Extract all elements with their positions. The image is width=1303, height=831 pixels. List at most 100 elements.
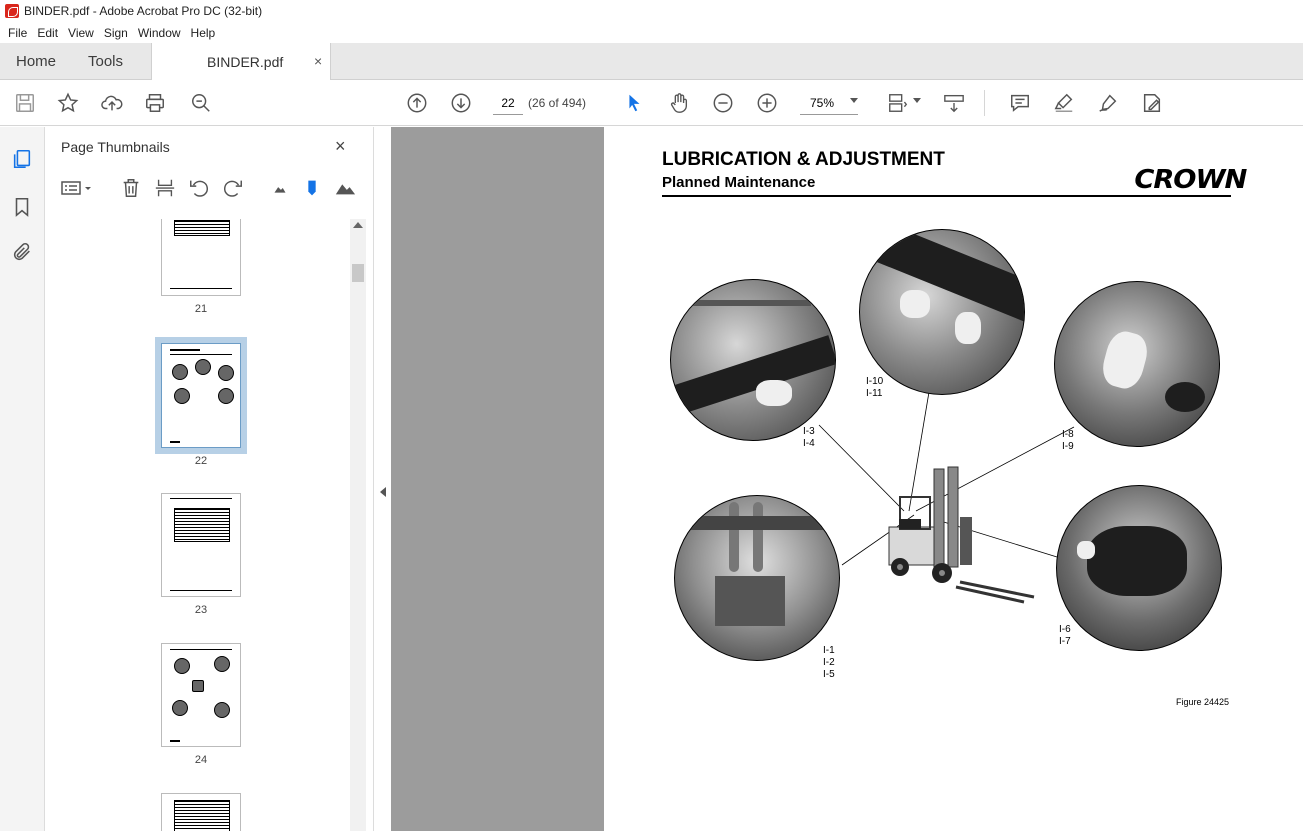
tab-bar: Home Tools BINDER.pdf × — [0, 43, 1303, 80]
collapse-panel-icon[interactable] — [380, 487, 386, 497]
sign-icon[interactable] — [1096, 91, 1120, 115]
print-icon[interactable] — [143, 91, 167, 115]
thumbnail-rule — [170, 288, 232, 289]
menu-window[interactable]: Window — [133, 26, 186, 40]
thumbnail-photo — [174, 658, 190, 674]
page-thumbnails-panel: Page Thumbnails × 21 22 23 24 — [45, 127, 373, 831]
thumbnail-table — [174, 508, 230, 542]
menu-help[interactable]: Help — [186, 26, 221, 40]
inset-photo — [1056, 485, 1222, 651]
document-view[interactable]: LUBRICATION & ADJUSTMENT Planned Mainten… — [391, 127, 1303, 831]
leader-lines — [818, 391, 1075, 566]
thumbnail-size-slider[interactable] — [301, 177, 323, 199]
tab-document[interactable]: BINDER.pdf × — [151, 43, 331, 80]
thumbnail-page-22[interactable] — [155, 337, 247, 454]
panel-close-icon[interactable]: × — [335, 136, 346, 157]
scrollbar-thumb[interactable] — [352, 264, 364, 282]
callout-label: I-8 I-9 — [1062, 429, 1074, 452]
thumbnail-page-21[interactable] — [161, 219, 241, 296]
thumbnail-label: 23 — [194, 604, 208, 616]
hand-icon[interactable] — [667, 91, 691, 115]
thumbnail-smaller-icon[interactable] — [269, 177, 291, 199]
page-thumbnails-icon[interactable] — [11, 148, 33, 170]
comment-icon[interactable] — [1008, 91, 1032, 115]
upload-icon[interactable] — [100, 91, 124, 115]
thumbnail-heading — [170, 349, 200, 351]
thumbnail-rule — [170, 590, 232, 591]
menu-bar: File Edit View Sign Window Help — [0, 22, 1303, 43]
highlight-icon[interactable] — [1052, 91, 1076, 115]
delete-pages-icon[interactable] — [120, 177, 142, 199]
inset-photo — [670, 279, 836, 441]
zoom-out-icon[interactable] — [711, 91, 735, 115]
thumbnail-larger-icon[interactable] — [334, 177, 356, 199]
thumbnail-options-icon[interactable] — [60, 177, 94, 199]
rotate-ccw-icon[interactable] — [188, 177, 210, 199]
page-count: (26 of 494) — [528, 96, 587, 110]
window-title: BINDER.pdf - Adobe Acrobat Pro DC (32-bi… — [24, 4, 263, 18]
thumbnail-photo — [214, 702, 230, 718]
thumbnail-label: 21 — [194, 303, 208, 315]
figure-number: Figure 24425 — [1176, 697, 1230, 707]
thumbnail-photo — [192, 680, 204, 692]
zoom-input[interactable] — [800, 91, 858, 115]
panel-title: Page Thumbnails — [61, 139, 170, 155]
toolbar-divider — [984, 90, 985, 116]
inset-photo — [1054, 281, 1220, 447]
tab-home[interactable]: Home — [16, 53, 56, 70]
save-icon[interactable] — [13, 91, 37, 115]
search-zoom-icon[interactable] — [189, 91, 213, 115]
thumbnail-label: 22 — [194, 455, 208, 467]
thumbnail-rule — [170, 649, 232, 650]
thumbnail-list: 21 22 23 24 — [45, 219, 350, 831]
thumbnail-photo — [172, 700, 188, 716]
thumbnail-photo — [218, 388, 234, 404]
thumbnail-rule — [170, 498, 232, 499]
thumbnail-photo — [174, 388, 190, 404]
bookmark-icon[interactable] — [11, 196, 33, 218]
callout-label: I-10 I-11 — [866, 376, 884, 399]
thumbnail-page-23[interactable] — [161, 493, 241, 597]
thumbnail-rule — [170, 354, 232, 355]
prev-page-icon[interactable] — [405, 91, 429, 115]
select-cursor-icon[interactable] — [622, 91, 646, 115]
thumbnail-page-24[interactable] — [161, 643, 241, 747]
menu-edit[interactable]: Edit — [32, 26, 63, 40]
menu-file[interactable]: File — [3, 26, 32, 40]
navigation-rail — [0, 127, 45, 831]
panel-splitter[interactable] — [373, 127, 391, 831]
tab-document-label: BINDER.pdf — [207, 54, 284, 70]
scroll-mode-icon[interactable] — [942, 91, 966, 115]
tab-close-icon[interactable]: × — [314, 53, 322, 69]
inset-photo — [674, 495, 840, 661]
zoom-in-icon[interactable] — [755, 91, 779, 115]
fill-sign-icon[interactable] — [1140, 91, 1164, 115]
extract-pages-icon[interactable] — [154, 177, 176, 199]
menu-sign[interactable]: Sign — [99, 26, 133, 40]
thumbnail-footer — [170, 441, 180, 443]
thumbnail-label: 24 — [194, 754, 208, 766]
page-number-input[interactable] — [493, 91, 523, 115]
attachment-icon[interactable] — [11, 241, 33, 263]
title-bar: BINDER.pdf - Adobe Acrobat Pro DC (32-bi… — [0, 0, 1303, 22]
thumbnail-photo — [195, 359, 211, 375]
page-display-icon[interactable] — [886, 91, 910, 115]
callout-label: I-3 I-4 — [803, 426, 815, 449]
thumbnail-page-25[interactable] — [161, 793, 241, 831]
thumbnail-photo — [218, 365, 234, 381]
star-icon[interactable] — [56, 91, 80, 115]
thumbnail-scrollbar[interactable] — [350, 219, 366, 831]
toolbar — [0, 80, 1303, 126]
inset-photo — [859, 229, 1025, 395]
rotate-cw-icon[interactable] — [222, 177, 244, 199]
callout-label: I-1 I-2 I-5 — [823, 645, 835, 680]
thumbnail-photo — [214, 656, 230, 672]
thumbnail-photo — [172, 364, 188, 380]
next-page-icon[interactable] — [449, 91, 473, 115]
menu-view[interactable]: View — [63, 26, 99, 40]
scroll-up-icon[interactable] — [353, 222, 363, 228]
thumbnail-table — [174, 220, 230, 236]
zoom-dropdown-icon[interactable] — [850, 98, 858, 103]
tab-tools[interactable]: Tools — [88, 53, 123, 70]
page-display-dropdown-icon[interactable] — [913, 98, 921, 103]
